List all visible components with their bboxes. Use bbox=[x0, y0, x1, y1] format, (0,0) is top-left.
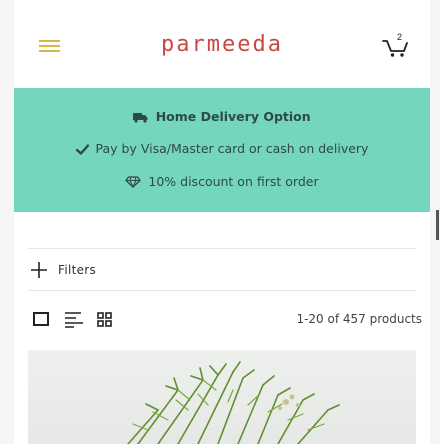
check-icon bbox=[75, 144, 89, 155]
single-view-icon bbox=[33, 312, 49, 326]
filters-button[interactable]: Filters bbox=[30, 258, 96, 282]
product-image[interactable] bbox=[28, 350, 416, 444]
view-toolbar: 1-20 of 457 products bbox=[32, 310, 422, 330]
cart-button[interactable]: 2 bbox=[382, 32, 412, 58]
divider bbox=[28, 290, 416, 291]
single-view-button[interactable] bbox=[32, 310, 52, 330]
info-banner: Home Delivery Option Pay by Visa/Master … bbox=[14, 88, 430, 212]
product-count: 1-20 of 457 products bbox=[296, 312, 422, 326]
site-logo[interactable]: parmeeda bbox=[14, 32, 430, 57]
filters-label: Filters bbox=[58, 263, 97, 277]
banner-line-delivery: Home Delivery Option bbox=[14, 109, 430, 124]
banner-text: 10% discount on first order bbox=[148, 174, 319, 189]
banner-text: Pay by Visa/Master card or cash on deliv… bbox=[95, 141, 369, 156]
banner-text: Home Delivery Option bbox=[155, 109, 311, 124]
cart-count-badge: 2 bbox=[397, 32, 403, 42]
site-header: parmeeda 2 bbox=[14, 0, 430, 88]
cart-icon bbox=[382, 40, 408, 57]
divider bbox=[28, 248, 416, 249]
banner-line-payment: Pay by Visa/Master card or cash on deliv… bbox=[14, 141, 430, 156]
scrollbar[interactable] bbox=[436, 210, 439, 240]
plant-image bbox=[127, 361, 340, 444]
grid-view-button[interactable] bbox=[96, 310, 116, 330]
list-view-button[interactable] bbox=[64, 310, 84, 330]
banner-line-discount: 10% discount on first order bbox=[14, 174, 430, 189]
plus-icon bbox=[31, 262, 47, 278]
page: parmeeda 2 Home Delivery Option Pay by V… bbox=[14, 0, 430, 444]
grid-view-icon bbox=[97, 312, 112, 327]
truck-icon bbox=[133, 113, 148, 123]
list-view-icon bbox=[65, 312, 83, 328]
diamond-icon bbox=[125, 176, 142, 189]
